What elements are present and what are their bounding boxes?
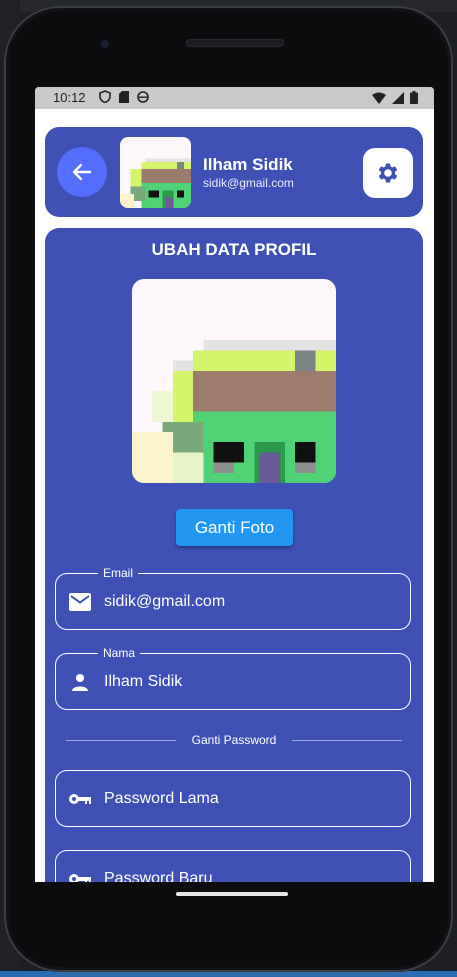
signal-icon bbox=[392, 91, 404, 104]
old-password-field[interactable]: Password Lama bbox=[55, 770, 411, 827]
profile-photo bbox=[132, 279, 336, 483]
shield-icon bbox=[99, 90, 111, 103]
new-password-placeholder: Password Baru bbox=[104, 870, 213, 882]
old-password-placeholder: Password Lama bbox=[104, 790, 219, 807]
battery-icon bbox=[410, 91, 418, 104]
status-bar: 10:12 bbox=[35, 87, 434, 109]
password-divider: Ganti Password bbox=[66, 732, 402, 748]
new-password-field[interactable]: Password Baru bbox=[55, 850, 411, 882]
form-title: UBAH DATA PROFIL bbox=[151, 240, 317, 259]
user-name: Ilham Sidik bbox=[203, 155, 293, 174]
name-field-label: Nama bbox=[98, 645, 141, 661]
email-value: sidik@gmail.com bbox=[104, 593, 226, 610]
edit-profile-card: UBAH DATA PROFIL Ganti Foto Email sidik@… bbox=[45, 228, 423, 882]
email-field-label: Email bbox=[98, 565, 139, 581]
email-field[interactable]: Email sidik@gmail.com bbox=[55, 565, 411, 630]
person-icon bbox=[68, 670, 92, 694]
back-button[interactable] bbox=[57, 147, 107, 197]
change-photo-button[interactable]: Ganti Foto bbox=[176, 509, 293, 546]
phone-screen: 10:12 Ilham Sidik sidik@gmail.com UBAH D… bbox=[35, 87, 434, 882]
sync-icon bbox=[137, 90, 149, 103]
home-indicator[interactable] bbox=[176, 892, 288, 896]
key-icon bbox=[68, 787, 92, 811]
wifi-icon bbox=[372, 92, 386, 104]
sdcard-icon bbox=[119, 90, 129, 103]
name-value: Ilham Sidik bbox=[104, 673, 183, 690]
profile-header-card: Ilham Sidik sidik@gmail.com bbox=[45, 127, 423, 217]
name-field[interactable]: Nama Ilham Sidik bbox=[55, 645, 411, 710]
speaker-grille bbox=[186, 39, 284, 47]
gear-icon bbox=[378, 163, 398, 183]
camera-icon bbox=[98, 37, 112, 51]
divider-label: Ganti Password bbox=[191, 733, 277, 747]
settings-button[interactable] bbox=[363, 148, 413, 198]
key-icon bbox=[68, 867, 92, 882]
user-email: sidik@gmail.com bbox=[203, 176, 294, 190]
phone-frame: 10:12 Ilham Sidik sidik@gmail.com UBAH D… bbox=[4, 6, 453, 972]
arrow-back-icon bbox=[72, 163, 92, 181]
status-time: 10:12 bbox=[53, 90, 86, 105]
mail-icon bbox=[68, 590, 92, 614]
avatar bbox=[120, 137, 191, 208]
